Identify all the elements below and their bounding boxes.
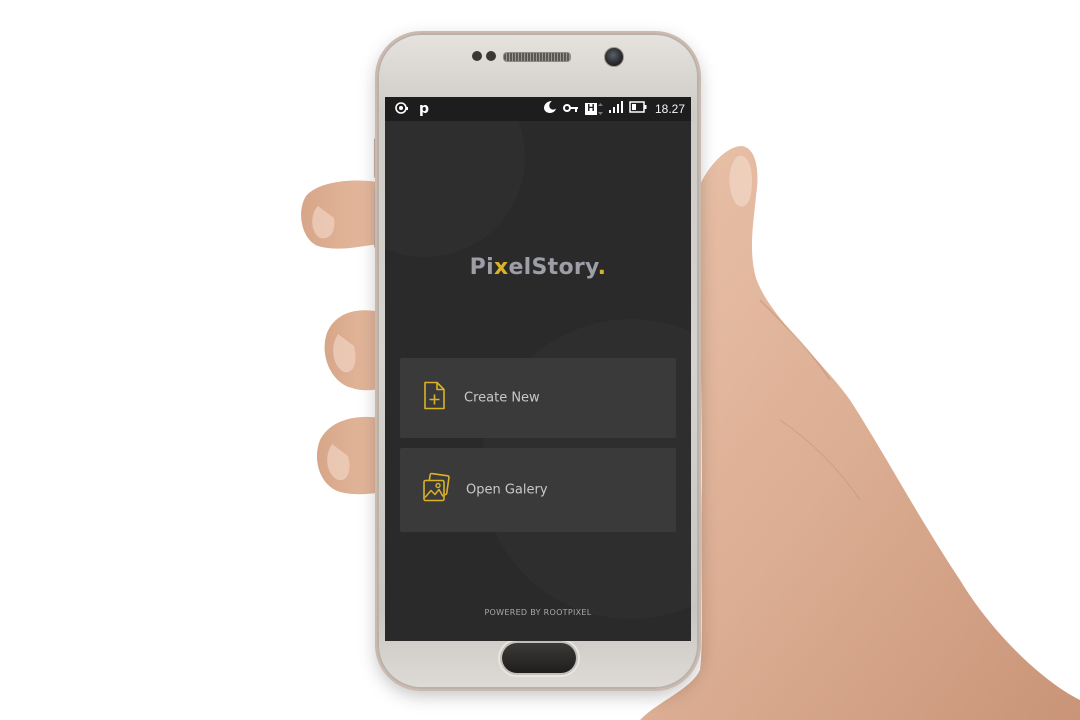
gallery-icon <box>422 472 450 508</box>
front-camera <box>604 47 624 67</box>
bg-circle <box>385 97 525 257</box>
p-app-icon: p <box>419 101 430 117</box>
status-time: 18.27 <box>654 101 685 116</box>
app-logo: PixelStory. <box>385 255 691 280</box>
h-signal-icon: H <box>584 102 603 115</box>
battery-icon <box>629 101 647 116</box>
moon-icon <box>543 100 557 117</box>
key-icon <box>562 102 579 116</box>
earpiece-speaker <box>503 52 571 62</box>
status-bar: p H 18.27 <box>385 97 691 121</box>
logo-part2: elStory <box>508 255 598 280</box>
file-plus-icon <box>422 381 446 416</box>
create-new-button[interactable]: Create New <box>400 358 676 438</box>
signal-bars-icon <box>608 101 623 116</box>
h-network-label: H <box>584 102 597 115</box>
logo-part1: Pi <box>469 255 494 280</box>
light-sensor <box>486 51 496 61</box>
logo-accent-dot: . <box>597 255 607 280</box>
app-screen: p H 18.27 PixelStory. Create New Open Ga… <box>385 97 691 641</box>
powered-by-footer: POWERED BY ROOTPIXEL <box>484 608 592 617</box>
logo-accent-x: x <box>493 255 509 280</box>
eye-notification-icon <box>395 101 409 117</box>
open-gallery-label: Open Galery <box>466 482 548 498</box>
photo-stage: p H 18.27 PixelStory. Create New Open Ga… <box>0 0 1080 720</box>
home-button[interactable] <box>502 643 576 673</box>
proximity-sensor <box>472 51 482 61</box>
open-gallery-button[interactable]: Open Galery <box>400 448 676 532</box>
create-new-label: Create New <box>464 390 540 406</box>
